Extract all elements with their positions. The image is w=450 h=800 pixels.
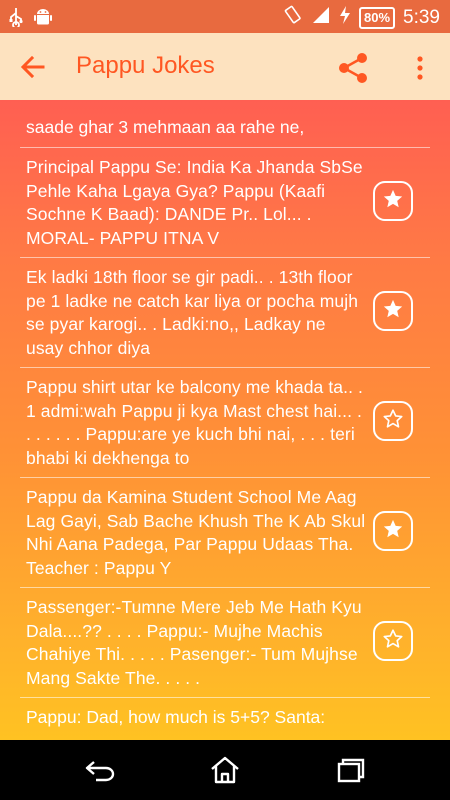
clock: 5:39 <box>403 6 440 28</box>
joke-text: saade ghar 3 mehmaan aa rahe ne, <box>26 117 305 137</box>
list-item[interactable]: Passenger:-Tumne Mere Jeb Me Hath Kyu Da… <box>20 588 430 698</box>
favorite-button[interactable] <box>373 621 413 661</box>
joke-text: Principal Pappu Se: India Ka Jhanda SbSe… <box>26 157 363 248</box>
signal-icon <box>311 5 331 30</box>
arrow-back-icon[interactable] <box>18 52 48 82</box>
favorite-button[interactable] <box>373 401 413 441</box>
star-filled-icon <box>382 518 404 545</box>
nav-home-icon[interactable] <box>207 754 243 786</box>
list-item[interactable]: Ek ladki 18th floor se gir padi.. . 13th… <box>20 258 430 368</box>
charging-icon <box>339 5 351 30</box>
list-item[interactable]: Pappu: Dad, how much is 5+5? Santa: <box>20 698 430 738</box>
battery-indicator: 80% <box>358 6 396 29</box>
page-title: Pappu Jokes <box>76 52 215 79</box>
android-icon <box>34 7 52 32</box>
list-item[interactable]: Principal Pappu Se: India Ka Jhanda SbSe… <box>20 148 430 258</box>
list-item[interactable]: Pappu shirt utar ke balcony me khada ta.… <box>20 368 430 478</box>
favorite-button[interactable] <box>373 511 413 551</box>
star-filled-icon <box>382 188 404 215</box>
rotate-icon <box>283 5 303 30</box>
star-filled-icon <box>382 298 404 325</box>
joke-text: Pappu: Dad, how much is 5+5? Santa: <box>26 707 326 727</box>
nav-back-icon[interactable] <box>82 754 118 786</box>
star-outline-icon <box>382 408 404 435</box>
navigation-bar <box>0 740 450 800</box>
list-item[interactable]: Pappu da Kamina Student School Me Aag La… <box>20 478 430 588</box>
status-bar: 80% 5:39 <box>0 0 450 33</box>
favorite-button[interactable] <box>373 291 413 331</box>
joke-text: Pappu da Kamina Student School Me Aag La… <box>26 487 366 578</box>
star-outline-icon <box>382 628 404 655</box>
joke-list[interactable]: saade ghar 3 mehmaan aa rahe ne, Princip… <box>0 100 450 740</box>
usb-icon <box>8 7 24 32</box>
favorite-button[interactable] <box>373 181 413 221</box>
joke-text: Passenger:-Tumne Mere Jeb Me Hath Kyu Da… <box>26 597 362 688</box>
share-icon[interactable] <box>336 51 370 85</box>
joke-text: Pappu shirt utar ke balcony me khada ta.… <box>26 377 363 468</box>
more-vert-icon[interactable] <box>408 53 432 83</box>
nav-recents-icon[interactable] <box>331 754 367 786</box>
app-bar: Pappu Jokes <box>0 33 450 100</box>
list-item[interactable]: saade ghar 3 mehmaan aa rahe ne, <box>20 100 430 148</box>
joke-text: Ek ladki 18th floor se gir padi.. . 13th… <box>26 267 359 358</box>
